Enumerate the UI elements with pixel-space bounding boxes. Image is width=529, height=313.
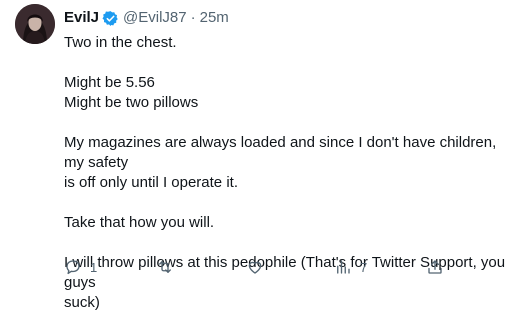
timestamp[interactable]: 25m [200, 8, 229, 28]
tweet-line: is off only until I operate it. [64, 174, 238, 191]
reply-icon [66, 260, 80, 275]
reply-count: 1 [90, 259, 98, 275]
avatar-image [15, 4, 55, 44]
share-icon [428, 260, 442, 274]
views-icon [337, 260, 350, 274]
retweet-button[interactable] [156, 256, 174, 278]
tweet-line: Might be 5.56 [64, 74, 155, 91]
tweet-action-bar: 1 7 [60, 256, 460, 278]
tweet-header: EvilJ @EvilJ87 · 25m [64, 8, 229, 28]
share-button[interactable] [426, 256, 444, 278]
display-name[interactable]: EvilJ [64, 8, 99, 28]
tweet-card[interactable]: EvilJ @EvilJ87 · 25m Two in the chest. M… [0, 0, 529, 311]
retweet-icon [159, 261, 171, 273]
user-handle[interactable]: @EvilJ87 [123, 8, 187, 28]
reply-button[interactable]: 1 [64, 256, 97, 278]
tweet-line: Two in the chest. [64, 34, 177, 51]
like-button[interactable] [246, 256, 264, 278]
verified-badge-icon[interactable] [102, 10, 119, 27]
tweet-line: Take that how you will. [64, 214, 215, 231]
tweet-line: My magazines are always loaded and since… [64, 134, 497, 171]
separator-dot: · [190, 9, 196, 26]
heart-icon [248, 261, 262, 274]
views-button[interactable]: 7 [334, 256, 367, 278]
tweet-line: suck) [64, 294, 100, 311]
profile-avatar[interactable] [15, 4, 55, 44]
views-count: 7 [360, 259, 368, 275]
tweet-line: Might be two pillows [64, 94, 199, 111]
